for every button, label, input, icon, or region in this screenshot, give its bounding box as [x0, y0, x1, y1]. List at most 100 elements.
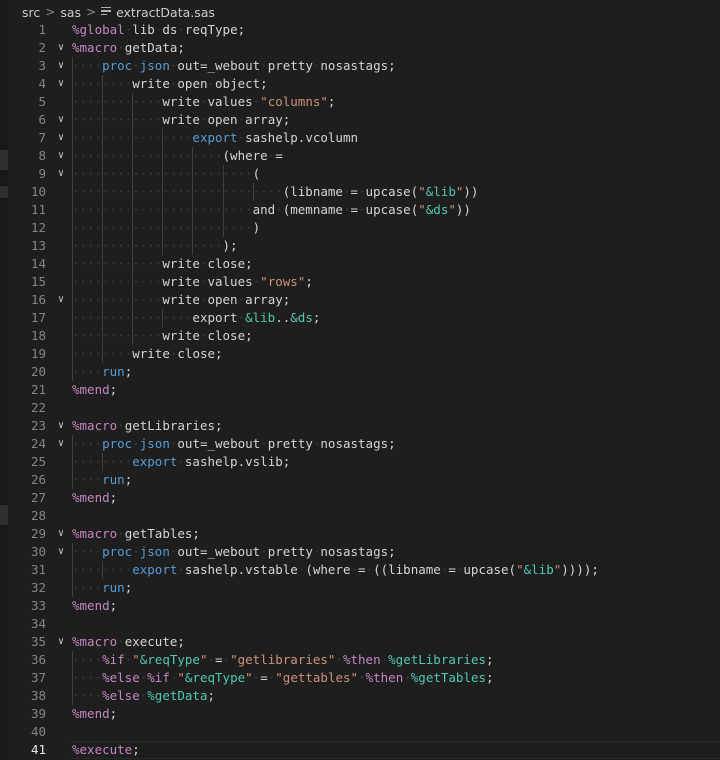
- code-line[interactable]: 27 %mend;: [0, 489, 720, 507]
- code-line[interactable]: 41 %execute;: [0, 741, 720, 759]
- fold-chevron-icon[interactable]: ∨: [55, 525, 67, 543]
- code-line[interactable]: 18 ············write·close;: [0, 327, 720, 345]
- fold-chevron-icon[interactable]: ∨: [55, 39, 67, 57]
- code-line[interactable]: 28: [0, 507, 720, 525]
- whitespace-marker: ············: [72, 292, 163, 307]
- code-token: write: [162, 292, 200, 307]
- code-line[interactable]: 8 ∨ ····················(where·=: [0, 147, 720, 165]
- line-number: 23: [30, 418, 46, 433]
- fold-chevron-icon[interactable]: ∨: [55, 129, 67, 147]
- whitespace-marker: ····················: [72, 148, 223, 163]
- breadcrumb-folder-src[interactable]: src: [22, 5, 40, 20]
- code-line[interactable]: 7 ∨ ················export·sashelp.vcolumn: [0, 129, 720, 147]
- code-line[interactable]: 14 ············write·close;: [0, 255, 720, 273]
- code-line[interactable]: 9 ∨ ························(: [0, 165, 720, 183]
- code-line[interactable]: 40: [0, 723, 720, 741]
- breadcrumb-folder-sas[interactable]: sas: [60, 5, 81, 20]
- code-token: ;: [327, 94, 336, 109]
- code-token: ": [418, 202, 426, 217]
- line-number: 22: [30, 400, 46, 415]
- code-token: export: [132, 454, 178, 469]
- whitespace-marker: ·: [358, 202, 366, 217]
- code-token: pretty: [267, 544, 313, 559]
- code-line[interactable]: 15 ············write·values·"rows";: [0, 273, 720, 291]
- code-token: export: [132, 562, 178, 577]
- code-line[interactable]: 37 ····%else·%if·"&reqType"·=·"gettables"…: [0, 669, 720, 687]
- code-line[interactable]: 30 ∨ ····proc·json·out=_webout·pretty·nosa…: [0, 543, 720, 561]
- code-token: (where: [222, 148, 268, 163]
- code-token: close;: [207, 328, 253, 343]
- code-text: %macro·execute;: [72, 633, 185, 651]
- code-line[interactable]: 12 ························): [0, 219, 720, 237]
- code-token: ;: [124, 472, 133, 487]
- fold-chevron-icon[interactable]: ∨: [55, 435, 67, 453]
- code-token: (where: [305, 562, 351, 577]
- breadcrumb-file[interactable]: extractData.sas: [116, 5, 215, 20]
- line-number: 24: [30, 436, 46, 451]
- code-line[interactable]: 19 ········write·close;: [0, 345, 720, 363]
- code-line[interactable]: 34: [0, 615, 720, 633]
- code-line[interactable]: 24 ∨ ····proc·json·out=_webout·pretty·nosa…: [0, 435, 720, 453]
- code-line[interactable]: 35 ∨ %macro·execute;: [0, 633, 720, 651]
- line-number: 26: [30, 472, 46, 487]
- code-editor[interactable]: 1 %global·lib·ds·reqType; 2 ∨ %macro·getData…: [0, 21, 720, 759]
- code-line[interactable]: 16 ∨ ············write·open·array;: [0, 291, 720, 309]
- code-line[interactable]: 36 ····%if·"&reqType"·=·"getlibraries"·%t…: [0, 651, 720, 669]
- code-text: ····proc·json·out=_webout·pretty·nosasta…: [72, 543, 396, 561]
- whitespace-marker: ········: [72, 454, 133, 469]
- code-token: %mend: [72, 598, 110, 613]
- code-line[interactable]: 23 ∨ %macro·getLibraries;: [0, 417, 720, 435]
- code-line[interactable]: 20 ····run;: [0, 363, 720, 381]
- line-number: 36: [30, 652, 46, 667]
- code-line[interactable]: 6 ∨ ············write·open·array;: [0, 111, 720, 129]
- line-number: 10: [30, 184, 46, 199]
- fold-chevron-icon[interactable]: ∨: [55, 543, 67, 561]
- code-token: export: [192, 130, 238, 145]
- code-token: )): [463, 184, 479, 199]
- code-line[interactable]: 17 ················export·&lib..&ds;: [0, 309, 720, 327]
- code-line[interactable]: 29 ∨ %macro·getTables;: [0, 525, 720, 543]
- fold-chevron-icon[interactable]: ∨: [55, 147, 67, 165]
- fold-chevron-icon[interactable]: ∨: [55, 633, 67, 651]
- code-token: ;: [124, 580, 133, 595]
- fold-chevron-icon[interactable]: ∨: [55, 75, 67, 93]
- code-text: ········write·open·object;: [72, 75, 268, 93]
- line-number: 30: [30, 544, 46, 559]
- code-line[interactable]: 32 ····run;: [0, 579, 720, 597]
- whitespace-marker: ·: [117, 40, 125, 55]
- fold-chevron-icon[interactable]: ∨: [55, 57, 67, 75]
- code-line[interactable]: 1 %global·lib·ds·reqType;: [0, 21, 720, 39]
- code-token: json: [139, 544, 170, 559]
- code-text: ············write·values·"columns";: [72, 93, 335, 111]
- fold-chevron-icon[interactable]: ∨: [55, 165, 67, 183]
- code-token: %mend: [72, 490, 110, 505]
- whitespace-marker: ····: [72, 580, 103, 595]
- code-line[interactable]: 2 ∨ %macro·getData;: [0, 39, 720, 57]
- code-text: ············write·close;: [72, 255, 253, 273]
- code-line[interactable]: 4 ∨ ········write·open·object;: [0, 75, 720, 93]
- code-line[interactable]: 25 ········export·sashelp.vslib;: [0, 453, 720, 471]
- fold-chevron-icon[interactable]: ∨: [55, 111, 67, 129]
- code-line[interactable]: 21 %mend;: [0, 381, 720, 399]
- line-number: 11: [30, 202, 46, 217]
- code-line[interactable]: 13 ····················);: [0, 237, 720, 255]
- code-line[interactable]: 33 %mend;: [0, 597, 720, 615]
- code-line[interactable]: 11 ························and·(memname·=…: [0, 201, 720, 219]
- code-line[interactable]: 5 ············write·values·"columns";: [0, 93, 720, 111]
- code-token: %mend: [72, 706, 110, 721]
- line-number: 34: [30, 616, 46, 631]
- code-token: ": [245, 670, 253, 685]
- code-line[interactable]: 10 ····························(libname ·=…: [0, 183, 720, 201]
- fold-chevron-icon[interactable]: ∨: [55, 291, 67, 309]
- code-text: ····run;: [72, 579, 132, 597]
- fold-chevron-icon[interactable]: ∨: [55, 417, 67, 435]
- code-line[interactable]: 3 ∨ ····proc·json·out=_webout·pretty·nosas…: [0, 57, 720, 75]
- code-line[interactable]: 31 ········export·sashelp.vstable·(where·…: [0, 561, 720, 579]
- line-number: 18: [30, 328, 46, 343]
- code-line[interactable]: 39 %mend;: [0, 705, 720, 723]
- code-line[interactable]: 22: [0, 399, 720, 417]
- code-text: %macro·getLibraries;: [72, 417, 223, 435]
- code-token: array;: [245, 112, 291, 127]
- code-line[interactable]: 26 ····run;: [0, 471, 720, 489]
- code-line[interactable]: 38 ····%else·%getData;: [0, 687, 720, 705]
